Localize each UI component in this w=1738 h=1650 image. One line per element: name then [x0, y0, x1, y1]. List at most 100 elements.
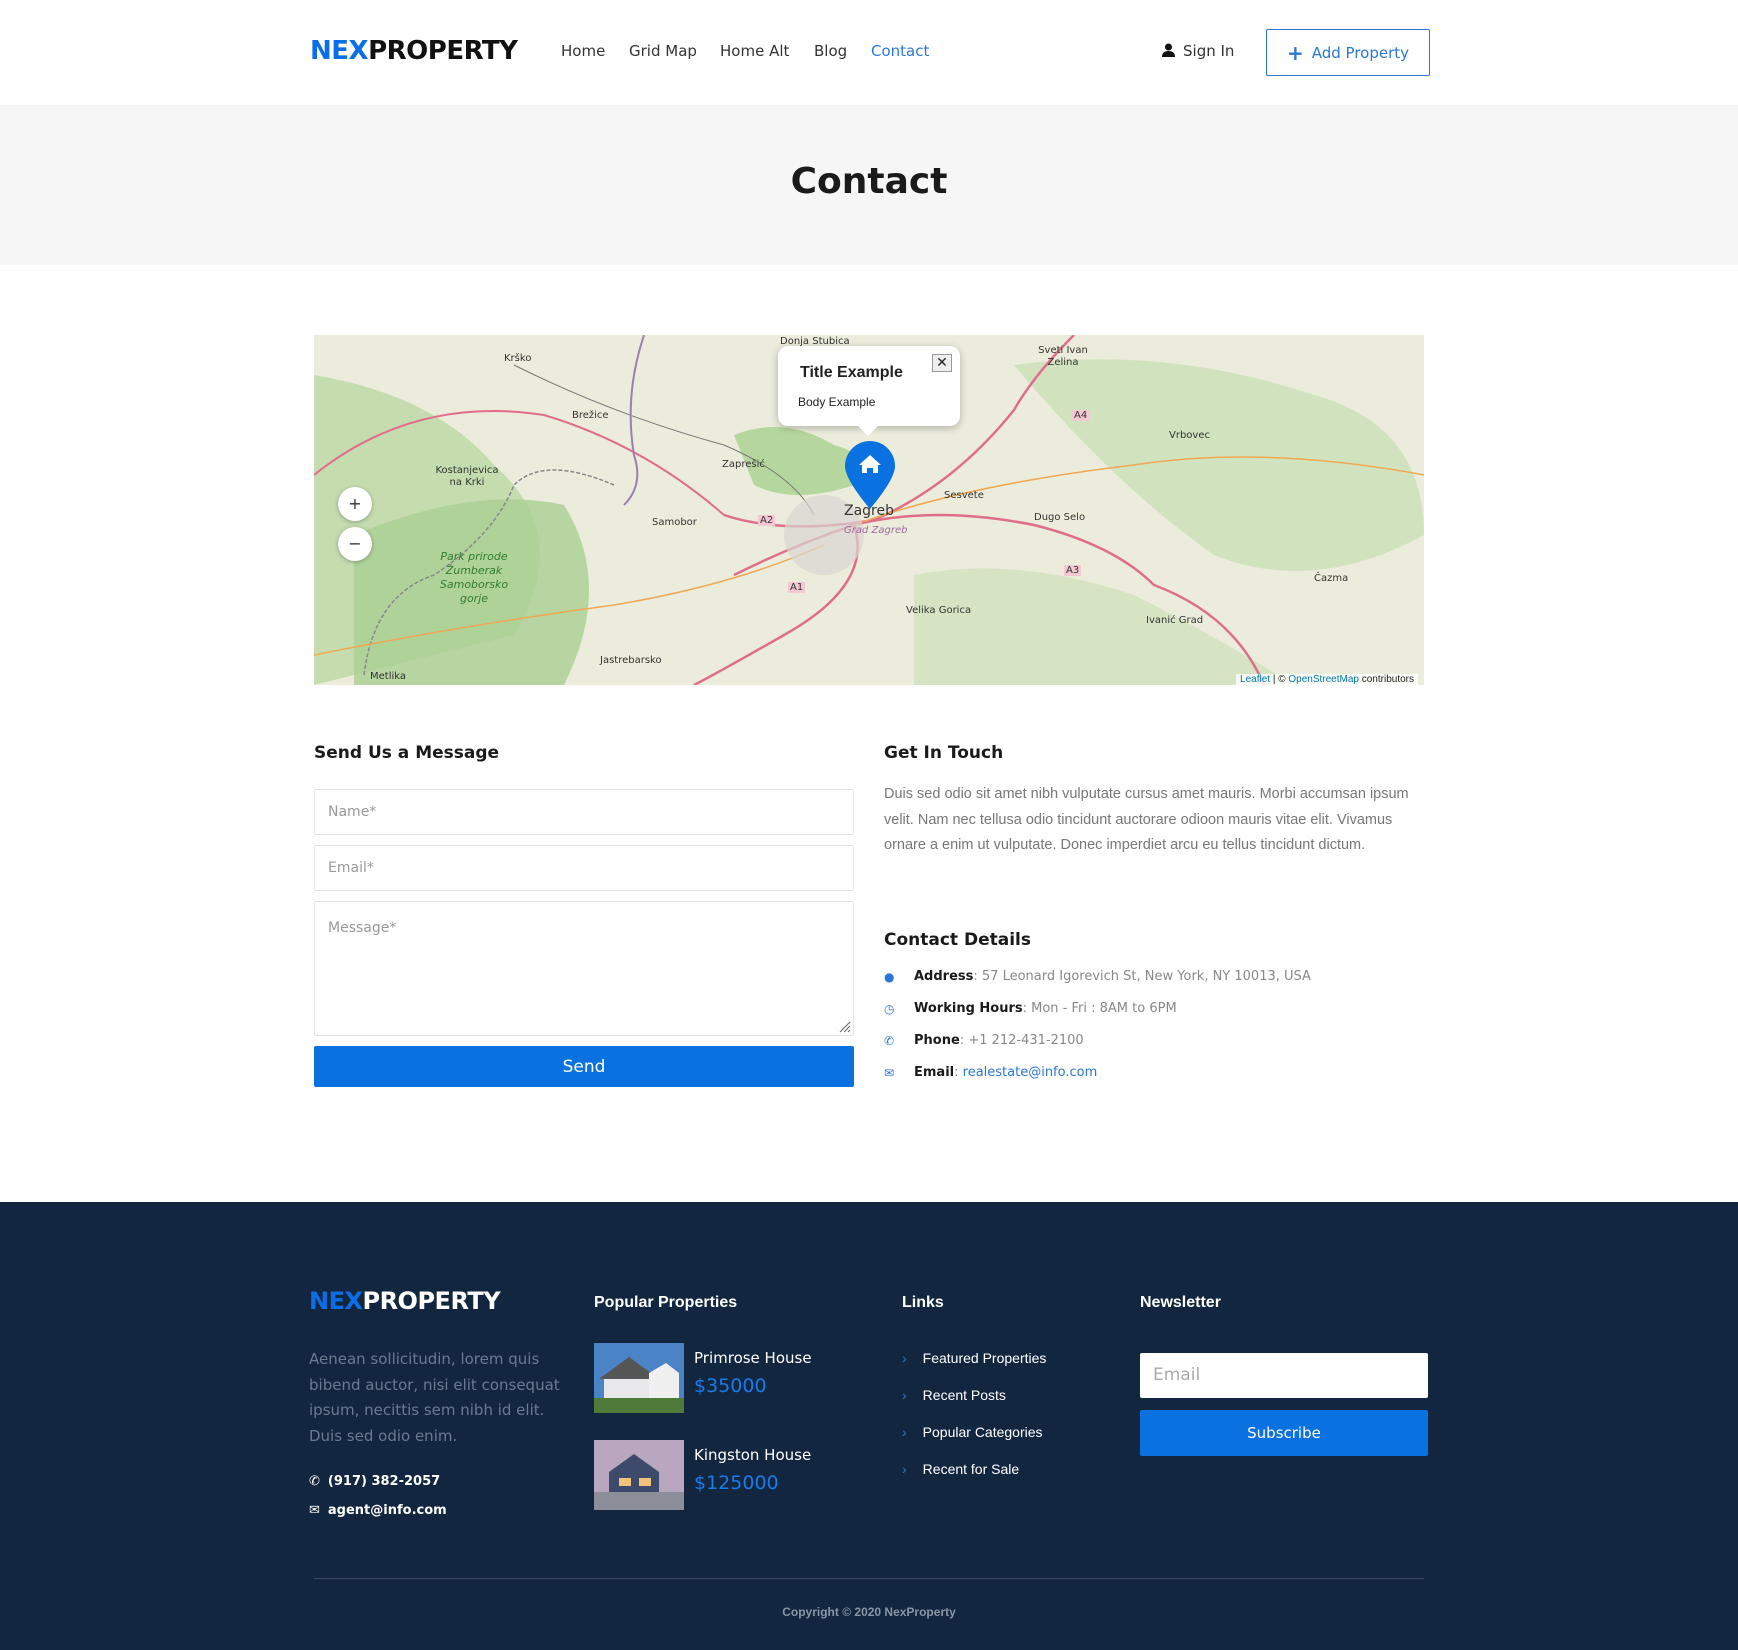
chevron-right-icon: › — [902, 1387, 907, 1403]
map-pin-icon: ● — [884, 969, 895, 984]
road-shield: A1 — [788, 582, 806, 593]
map-label: Kostanjevica na Krki — [435, 465, 499, 488]
footer-phone-text: (917) 382-2057 — [327, 1474, 441, 1489]
nav-home[interactable]: Home — [561, 42, 605, 60]
form-title: Send Us a Message — [314, 743, 500, 763]
map-label: Sesvete — [944, 490, 984, 501]
road-shield: A4 — [1072, 410, 1090, 421]
footer-link[interactable]: › Recent Posts — [902, 1387, 1006, 1403]
footer-link[interactable]: › Popular Categories — [902, 1424, 1043, 1440]
map-label: Čazma — [1314, 573, 1349, 584]
property-thumbnail — [594, 1343, 684, 1413]
newsletter-email-input[interactable]: Email — [1140, 1353, 1428, 1398]
map-label: Krško — [504, 353, 532, 364]
attr-sep: | © — [1270, 674, 1289, 685]
message-placeholder: Message* — [328, 920, 397, 936]
chevron-right-icon: › — [902, 1350, 907, 1366]
page-hero: Contact — [0, 105, 1738, 265]
send-button[interactable]: Send — [314, 1046, 854, 1087]
add-property-button[interactable]: + Add Property — [1266, 29, 1430, 76]
add-property-label: Add Property — [1311, 43, 1410, 62]
zoom-in-button[interactable]: + — [338, 487, 372, 521]
map-label: Jastrebarsko — [600, 655, 662, 666]
clock-icon: ◷ — [884, 1001, 895, 1016]
property-item[interactable]: Primrose House $35000 — [594, 1343, 812, 1413]
envelope-icon: ✉ — [884, 1065, 895, 1080]
map-label: Vrbovec — [1169, 430, 1210, 441]
nav-contact[interactable]: Contact — [871, 42, 929, 60]
nav-grid-map[interactable]: Grid Map — [629, 42, 697, 60]
popup-title: Title Example — [800, 364, 903, 381]
resize-handle-icon[interactable] — [839, 1021, 851, 1033]
nav-home-alt[interactable]: Home Alt — [720, 42, 789, 60]
message-textarea[interactable]: Message* — [314, 901, 854, 1036]
osm-link[interactable]: OpenStreetMap — [1288, 674, 1359, 685]
chevron-right-icon: › — [902, 1424, 907, 1440]
zoom-out-button[interactable]: − — [338, 527, 372, 561]
popup-close-button[interactable]: ✕ — [932, 354, 952, 372]
detail-phone: ✆ Phone: +1 212-431-2100 — [884, 1033, 1084, 1048]
leaflet-link[interactable]: Leaflet — [1240, 674, 1270, 685]
logo-nex: NEX — [310, 36, 369, 66]
name-input[interactable]: Name* — [314, 789, 854, 835]
chevron-right-icon: › — [902, 1461, 907, 1477]
site-header: NEXPROPERTY Home Grid Map Home Alt Blog … — [0, 0, 1738, 105]
subscribe-button[interactable]: Subscribe — [1140, 1410, 1428, 1456]
get-in-touch-text: Duis sed odio sit amet nibh vulputate cu… — [884, 786, 1409, 853]
logo-property: PROPERTY — [368, 36, 518, 66]
map-label: Ivanić Grad — [1146, 615, 1204, 626]
sign-in-link[interactable]: Sign In — [1162, 42, 1234, 60]
logo-property: PROPERTY — [362, 1287, 501, 1315]
map-popup: ✕ Title Example Body Example — [778, 346, 960, 436]
footer-link-label: Recent for Sale — [922, 1461, 1020, 1477]
sign-in-label: Sign In — [1183, 42, 1235, 60]
nav-blog[interactable]: Blog — [814, 42, 847, 60]
property-name[interactable]: Kingston House — [694, 1446, 811, 1464]
map-label: Park prirode Žumberak Samoborsko gorje — [439, 550, 509, 605]
detail-address: ● Address: 57 Leonard Igorevich St, New Y… — [884, 969, 1311, 984]
detail-value: 57 Leonard Igorevich St, New York, NY 10… — [981, 969, 1311, 984]
detail-label: Address — [914, 969, 974, 984]
email-input[interactable]: Email* — [314, 845, 854, 891]
map[interactable]: Donja Stubica Krško Sveti Ivan Zelina Br… — [314, 335, 1424, 685]
envelope-icon: ✉ — [309, 1503, 320, 1518]
newsletter-title: Newsletter — [1140, 1294, 1221, 1311]
page-title: Contact — [790, 161, 948, 202]
footer-link-label: Featured Properties — [922, 1350, 1047, 1366]
detail-hours: ◷ Working Hours: Mon - Fri : 8AM to 6PM — [884, 1001, 1177, 1016]
property-item[interactable]: Kingston House $125000 — [594, 1440, 811, 1510]
contact-details-title: Contact Details — [884, 930, 1031, 950]
footer-email-text[interactable]: agent@info.com — [328, 1503, 447, 1518]
email-link[interactable]: realestate@info.com — [963, 1065, 1098, 1080]
map-label: Grad Zagreb — [844, 525, 908, 536]
map-label: Sveti Ivan Zelina — [1038, 345, 1088, 368]
logo-nex: NEX — [309, 1287, 363, 1315]
property-thumbnail — [594, 1440, 684, 1510]
detail-label: Email — [914, 1065, 955, 1080]
property-price: $35000 — [694, 1375, 767, 1397]
site-footer: NEXPROPERTY Aenean sollicitudin, lorem q… — [0, 1202, 1738, 1650]
footer-email: ✉ agent@info.com — [309, 1503, 447, 1518]
road-shield: A3 — [1064, 565, 1082, 576]
footer-phone: ✆ (917) 382-2057 — [309, 1474, 440, 1489]
phone-icon: ✆ — [884, 1033, 895, 1048]
popup-body: Body Example — [798, 395, 876, 409]
map-label: Metlika — [370, 671, 407, 682]
detail-value: +1 212-431-2100 — [968, 1033, 1084, 1048]
email-placeholder: Email* — [328, 860, 374, 876]
map-label: Brežice — [572, 410, 609, 421]
detail-value: Mon - Fri : 8AM to 6PM — [1031, 1001, 1177, 1016]
property-name[interactable]: Primrose House — [694, 1349, 812, 1367]
home-marker-icon[interactable] — [845, 441, 895, 511]
popular-properties-title: Popular Properties — [594, 1294, 738, 1311]
site-logo[interactable]: NEXPROPERTY — [310, 36, 518, 66]
footer-logo[interactable]: NEXPROPERTY — [309, 1287, 501, 1315]
footer-link[interactable]: › Featured Properties — [902, 1350, 1046, 1366]
links-title: Links — [902, 1294, 944, 1311]
name-placeholder: Name* — [328, 804, 377, 820]
map-attribution: Leaflet | © OpenStreetMap contributors — [1236, 674, 1418, 685]
plus-icon: + — [1286, 40, 1304, 65]
footer-link[interactable]: › Recent for Sale — [902, 1461, 1019, 1477]
detail-label: Phone — [914, 1033, 960, 1048]
copyright: Copyright © 2020 NexProperty — [782, 1605, 956, 1619]
